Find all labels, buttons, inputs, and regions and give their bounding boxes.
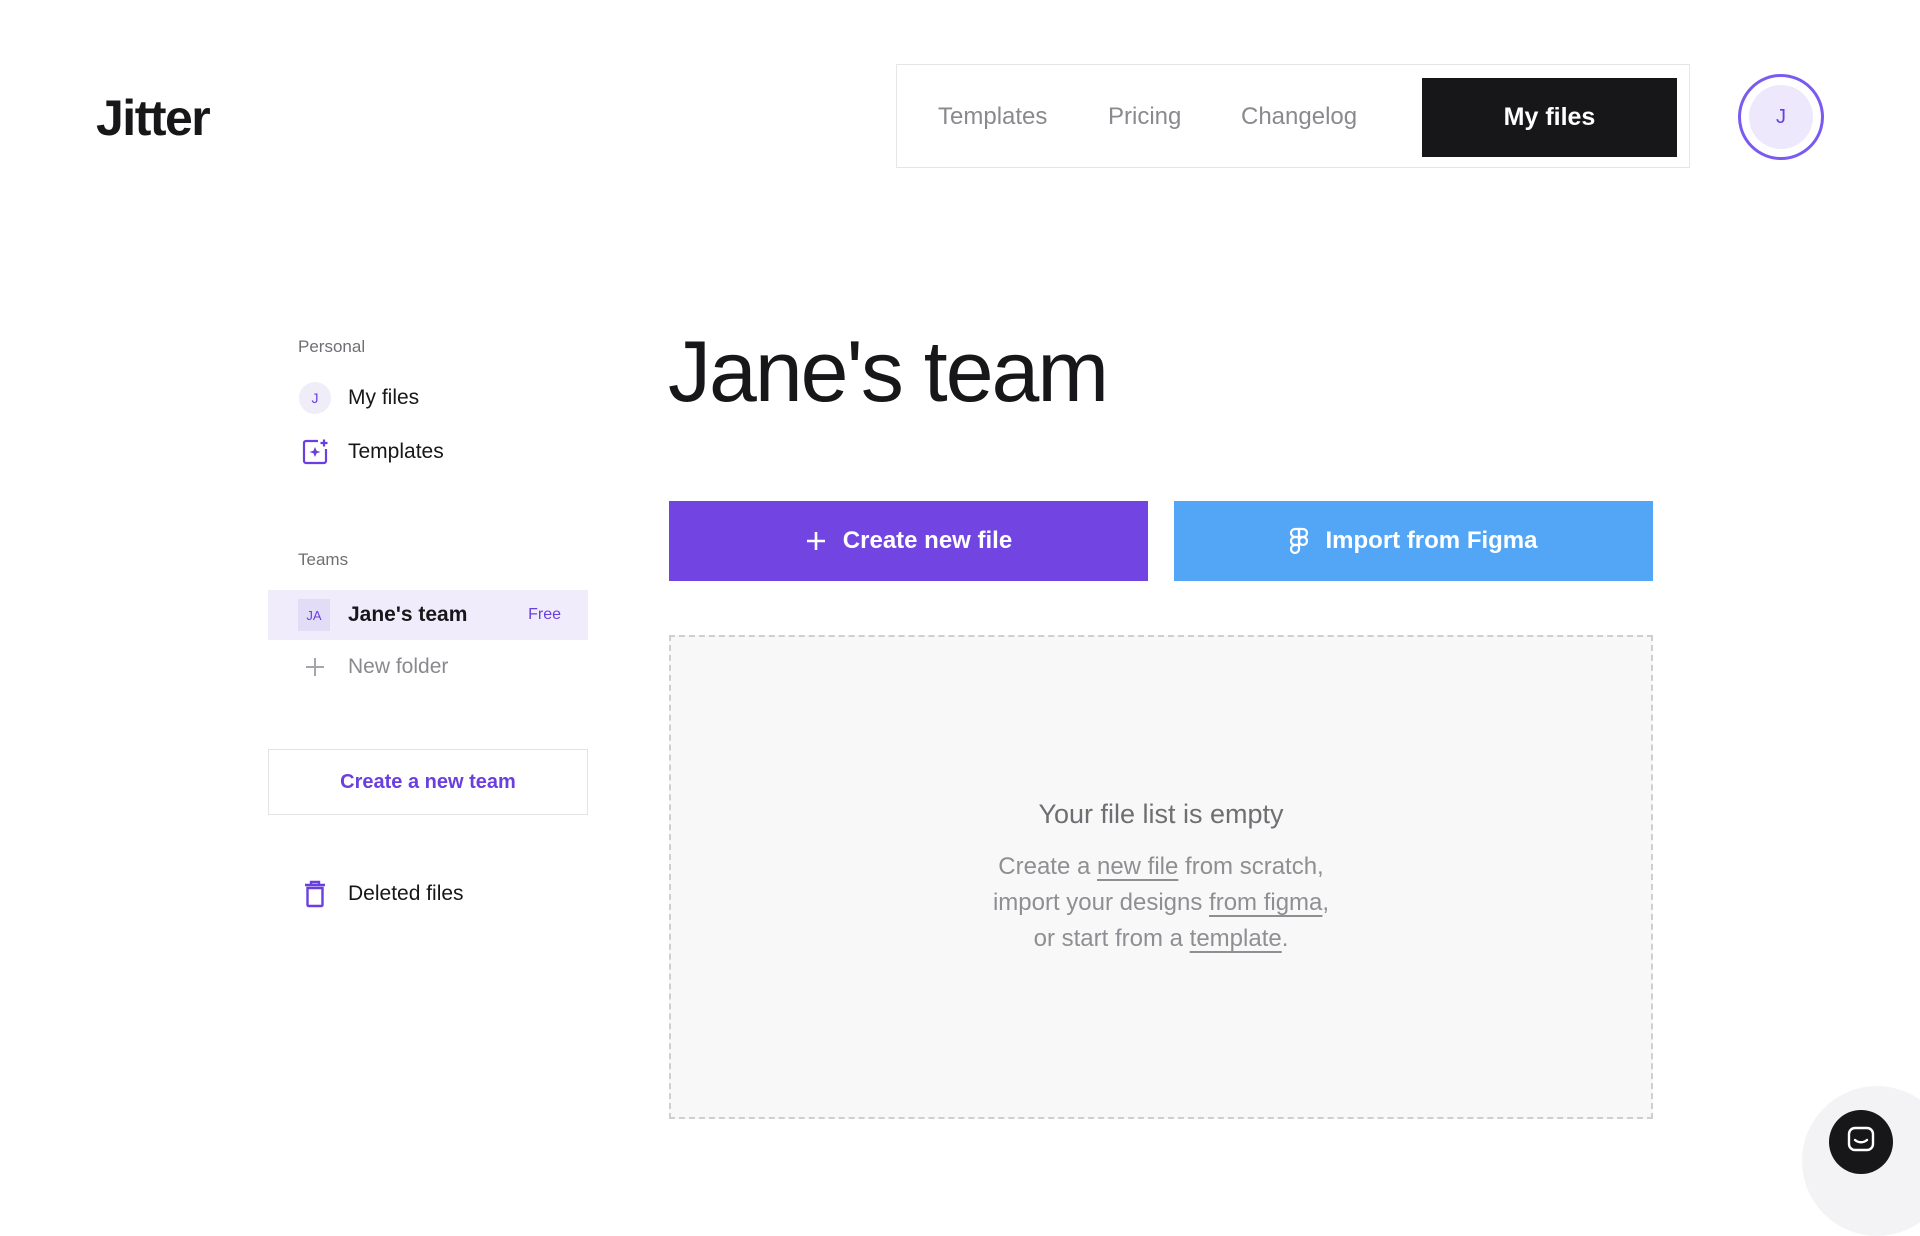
empty-file-list: Your file list is empty Create a new fil…: [669, 635, 1653, 1119]
plus-icon: [298, 650, 332, 684]
chat-icon: [1846, 1125, 1876, 1160]
create-team-button[interactable]: Create a new team: [268, 749, 588, 815]
sidebar-item-label: Deleted files: [348, 882, 464, 905]
jitter-logo[interactable]: Jitter: [96, 88, 211, 148]
my-files-button[interactable]: My files: [1422, 78, 1677, 157]
empty-state-title: Your file list is empty: [1038, 799, 1284, 829]
empty-line3-suffix: .: [1281, 925, 1289, 952]
nav-link-templates[interactable]: Templates: [938, 99, 1047, 135]
personal-heading: Personal: [298, 337, 366, 356]
template-sparkle-icon: [298, 435, 332, 469]
sidebar-item-my-files[interactable]: J My files: [298, 378, 419, 418]
team-initials-badge: JA: [298, 599, 330, 631]
template-link[interactable]: template: [1190, 925, 1282, 952]
mini-avatar: J: [299, 382, 331, 414]
nav-link-changelog[interactable]: Changelog: [1241, 99, 1357, 135]
user-avatar-button[interactable]: J: [1738, 74, 1824, 160]
teams-heading: Teams: [298, 550, 349, 569]
new-folder-label: New folder: [348, 655, 449, 678]
trash-icon: [298, 877, 332, 911]
plan-badge: Free: [528, 606, 561, 623]
sidebar-item-label: My files: [348, 386, 420, 409]
top-navigation: Templates Pricing Changelog My files: [896, 64, 1690, 168]
plus-icon: [805, 530, 827, 552]
import-from-figma-button[interactable]: Import from Figma: [1174, 501, 1653, 581]
empty-line2-suffix: ,: [1322, 889, 1330, 916]
team-name: Jane's team: [348, 603, 468, 626]
new-folder-button[interactable]: New folder: [298, 647, 448, 687]
empty-state-text: Create a new file from scratch, import y…: [671, 849, 1651, 957]
figma-icon: [1289, 527, 1309, 555]
empty-line2-prefix: import your designs: [992, 889, 1210, 916]
nav-link-pricing[interactable]: Pricing: [1108, 99, 1181, 135]
sidebar-item-deleted-files[interactable]: Deleted files: [298, 874, 464, 914]
sidebar-item-janes-team[interactable]: JA Jane's team Free: [268, 590, 588, 640]
create-new-file-button[interactable]: Create new file: [669, 501, 1148, 581]
from-figma-link[interactable]: from figma: [1209, 889, 1322, 916]
import-from-figma-label: Import from Figma: [1325, 527, 1538, 554]
chat-launcher-button[interactable]: [1829, 1110, 1893, 1174]
sidebar-item-label: Templates: [348, 440, 444, 463]
new-file-link[interactable]: new file: [1097, 853, 1178, 880]
sidebar-item-templates[interactable]: Templates: [298, 432, 444, 472]
page-title: Jane's team: [668, 324, 1109, 420]
empty-line1-prefix: Create a: [998, 853, 1097, 880]
avatar: J: [1749, 85, 1813, 149]
user-avatar-icon: J: [298, 381, 332, 415]
create-new-file-label: Create new file: [842, 527, 1013, 554]
empty-line1-suffix: from scratch,: [1178, 853, 1324, 880]
empty-line3-prefix: or start from a: [1033, 925, 1190, 952]
